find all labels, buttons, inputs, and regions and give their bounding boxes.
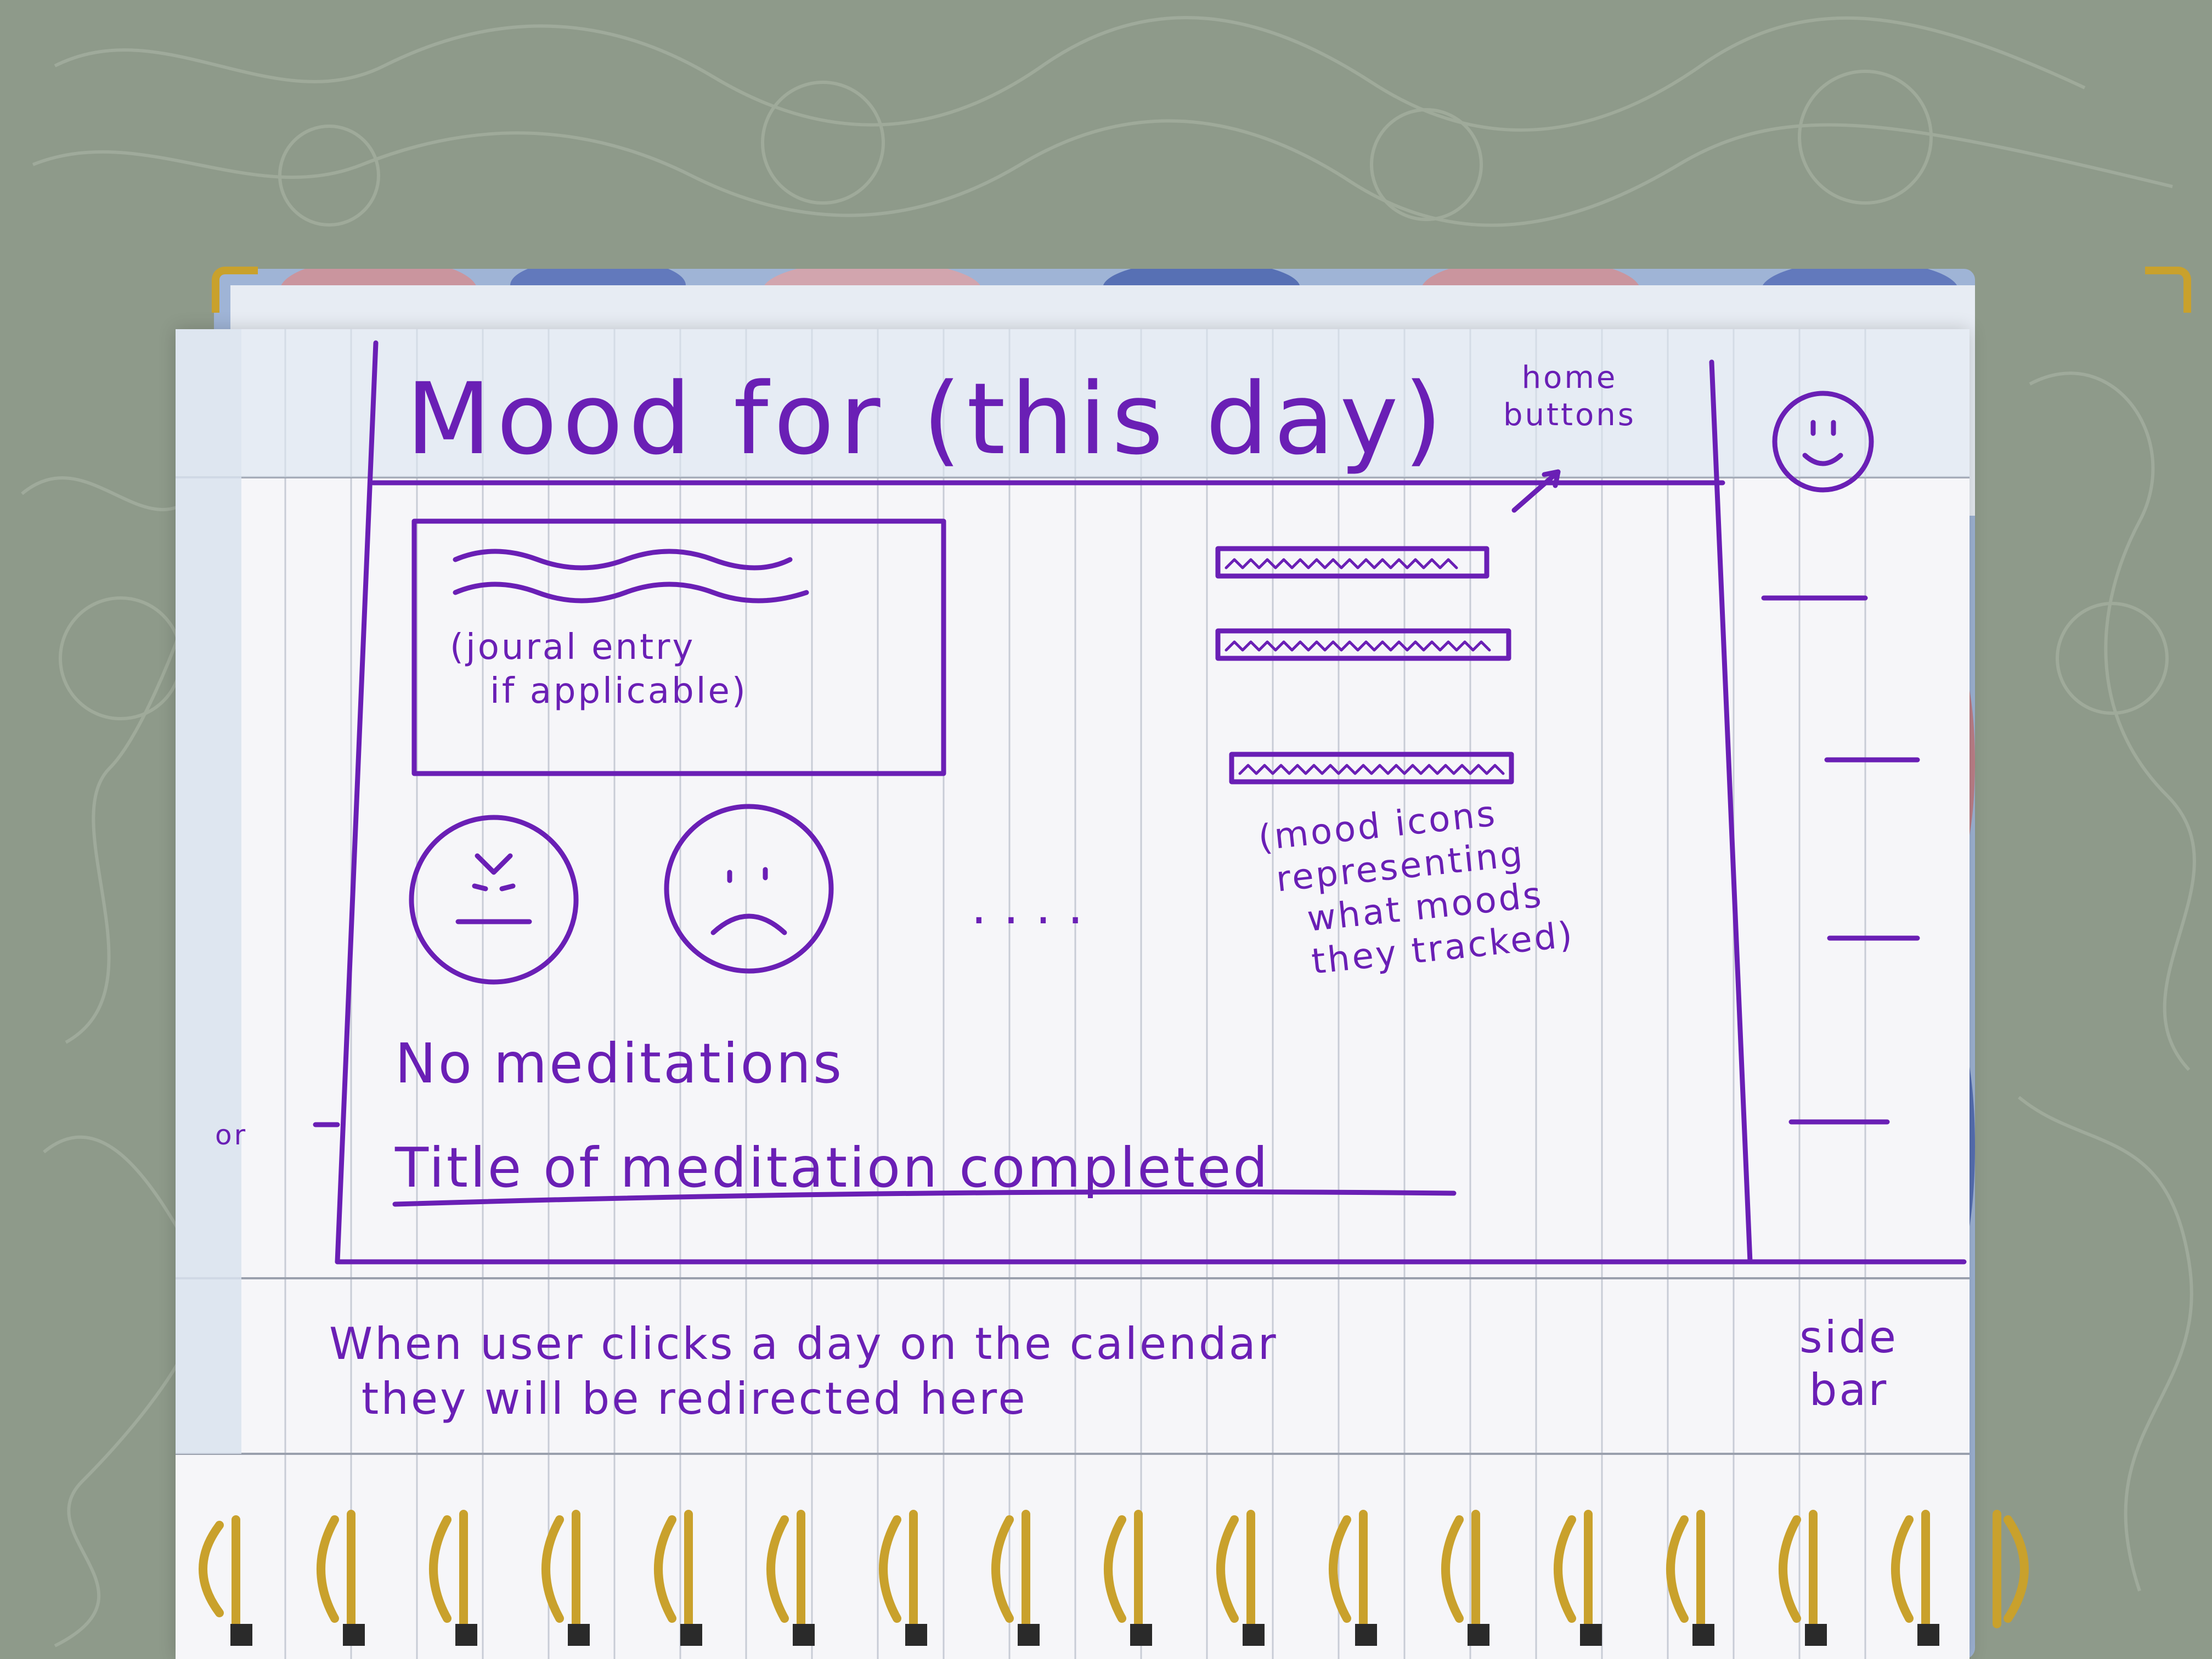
spiral-binding	[199, 1510, 2029, 1646]
